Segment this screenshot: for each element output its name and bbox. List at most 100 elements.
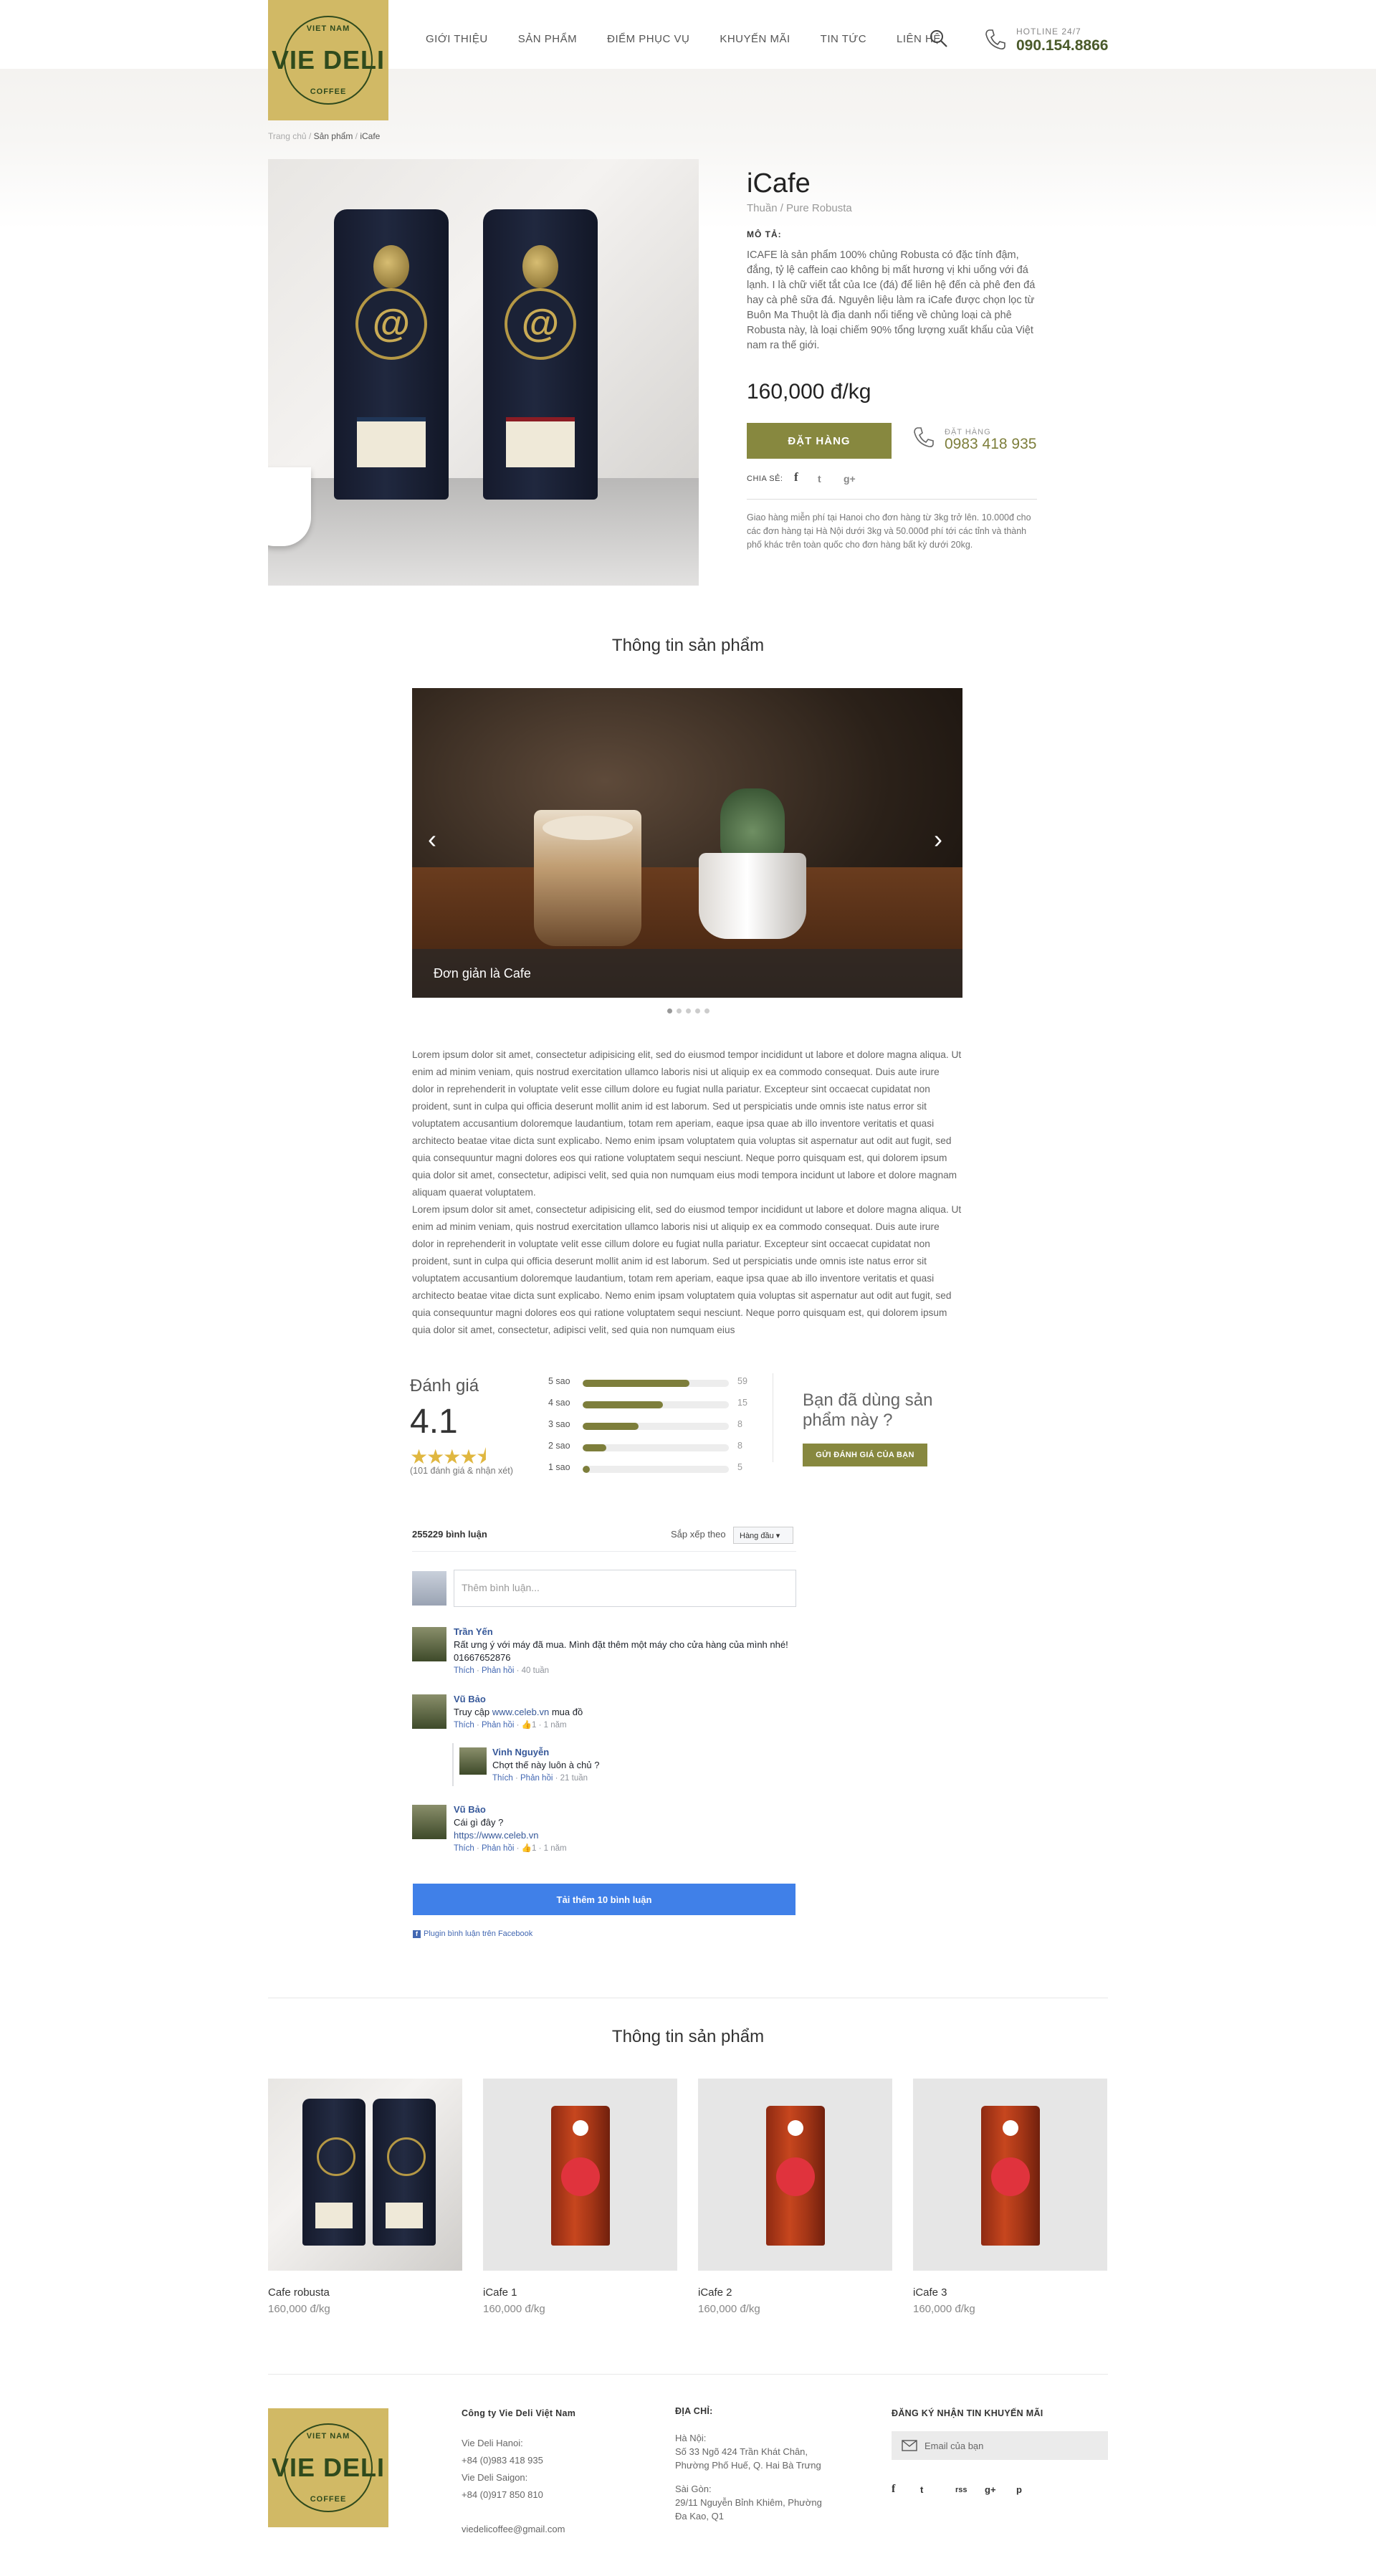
reply-link[interactable]: Phản hồi	[482, 1721, 514, 1730]
related-product-card[interactable]: iCafe 3 160,000 đ/kg	[913, 2079, 1107, 2315]
subscribe-email-input[interactable]: Email của bạn	[892, 2431, 1108, 2460]
related-product-image	[698, 2079, 892, 2271]
reply-link[interactable]: Phản hồi	[482, 1666, 514, 1675]
comment-author[interactable]: Trần Yến	[454, 1626, 796, 1638]
rating-bar-row: 4 sao 15	[548, 1398, 763, 1411]
divider	[412, 1551, 796, 1552]
latte-glass	[534, 810, 641, 946]
footer-subscribe: ĐĂNG KÝ NHẬN TIN KHUYẾN MÃI	[892, 2405, 1108, 2435]
email-placeholder: Email của bạn	[924, 2440, 984, 2451]
rating-label: Đánh giá	[410, 1376, 479, 1396]
slider-dot[interactable]	[685, 1008, 691, 1013]
footer-hanoi-name: Vie Deli Hanoi:	[462, 2438, 523, 2448]
star-icon: ★	[426, 1446, 444, 1468]
comment-input[interactable]: Thêm bình luận...	[454, 1570, 796, 1607]
comment-text-part: Truy cập	[454, 1707, 490, 1717]
footer-saigon-address: 29/11 Nguyễn Bỉnh Khiêm, Phường	[675, 2497, 822, 2508]
footer-hanoi-label: Hà Nội:	[675, 2433, 707, 2443]
comment-text-part: mua đồ	[551, 1707, 583, 1717]
rating-bar-fill	[583, 1444, 606, 1451]
rating-bar-fill	[583, 1401, 664, 1408]
footer-logo[interactable]: VIET NAM VIE DELI COFFEE	[268, 2408, 388, 2527]
order-button[interactable]: ĐẶT HÀNG	[747, 423, 892, 459]
site-logo[interactable]: VIET NAM VIE DELI COFFEE	[268, 0, 388, 120]
google-plus-icon[interactable]: g+	[985, 2484, 996, 2495]
footer-hanoi-address: Phường Phố Huế, Q. Hai Bà Trưng	[675, 2460, 821, 2471]
coffee-cup	[268, 467, 311, 546]
slider-dot[interactable]	[704, 1008, 710, 1013]
star-icon: ★	[410, 1446, 428, 1468]
slider-next-arrow-icon[interactable]: ›	[934, 824, 942, 854]
related-product-card[interactable]: iCafe 1 160,000 đ/kg	[483, 2079, 677, 2315]
hotline-number[interactable]: 090.154.8866	[1016, 37, 1108, 54]
twitter-icon[interactable]: t	[920, 2484, 923, 2495]
comment-text: Chợt thế này luôn à chủ ?	[492, 1760, 600, 1770]
like-link[interactable]: Thích	[454, 1721, 474, 1730]
nav-khuyen-mai[interactable]: KHUYẾN MÃI	[720, 33, 790, 45]
comment-reply: Vinh Nguyễn Chợt thế này luôn à chủ ? Th…	[492, 1746, 793, 1785]
slider-dots	[0, 1008, 1376, 1013]
description-label: MÔ TẢ:	[747, 229, 782, 239]
comment-text: Truy cập www.celeb.vn mua đồ	[454, 1706, 796, 1719]
comment-count: 255229 bình luận	[412, 1529, 487, 1540]
order-phone-number[interactable]: 0983 418 935	[945, 436, 1036, 453]
nav-tin-tuc[interactable]: TIN TỨC	[821, 33, 866, 45]
comment-actions: Thích · Phản hồi · 40 tuần	[454, 1666, 550, 1675]
subscribe-label: ĐĂNG KÝ NHẬN TIN KHUYẾN MÃI	[892, 2408, 1043, 2418]
logo-top-text: VIET NAM	[306, 24, 350, 33]
coffee-bag	[334, 209, 449, 500]
rating-count: (101 đánh giá & nhận xét)	[410, 1466, 513, 1476]
slider-dot[interactable]	[694, 1008, 700, 1013]
facebook-share-icon[interactable]: f	[794, 470, 798, 485]
avatar	[412, 1627, 446, 1661]
comment-item: Vũ Bảo Truy cập www.celeb.vn mua đồ Thíc…	[454, 1693, 796, 1732]
logo-wordmark: VIE DELI	[271, 45, 386, 75]
load-more-comments-button[interactable]: Tải thêm 10 bình luận	[413, 1884, 796, 1915]
footer-email[interactable]: viedelicoffee@gmail.com	[462, 2521, 648, 2538]
rating-bar-row: 3 sao 8	[548, 1419, 763, 1432]
breadcrumb-category[interactable]: Sản phẩm	[314, 131, 353, 141]
like-link[interactable]: Thích	[454, 1666, 474, 1675]
sort-select[interactable]: Hàng đầu ▾	[733, 1527, 793, 1544]
pinterest-icon[interactable]: p	[1016, 2484, 1022, 2495]
nav-gioi-thieu[interactable]: GIỚI THIỆU	[426, 33, 488, 45]
nav-diem-phuc-vu[interactable]: ĐIỂM PHỤC VỤ	[607, 33, 689, 45]
rating-bar-label: 1 sao	[548, 1462, 570, 1472]
footer-saigon-address: Đa Kao, Q1	[675, 2511, 724, 2522]
footer-hanoi-phone: +84 (0)983 418 935	[462, 2455, 543, 2466]
hotline-label: HOTLINE 24/7	[1016, 27, 1081, 37]
rating-bar-track	[583, 1466, 729, 1473]
slider-prev-arrow-icon[interactable]: ‹	[428, 824, 436, 854]
image-slider[interactable]: ‹ › Đơn giản là Cafe	[412, 688, 962, 998]
submit-review-button[interactable]: GỬI ĐÁNH GIÁ CỦA BẠN	[803, 1444, 927, 1466]
facebook-plugin-link[interactable]: f Plugin bình luận trên Facebook	[413, 1929, 532, 1938]
reply-link[interactable]: Phản hồi	[482, 1844, 514, 1853]
slider-dot[interactable]	[666, 1008, 672, 1013]
twitter-share-icon[interactable]: t	[818, 473, 821, 485]
rating-bar-count: 5	[737, 1462, 742, 1472]
breadcrumb-home[interactable]: Trang chủ	[268, 131, 307, 141]
slider-dot[interactable]	[676, 1008, 682, 1013]
google-plus-share-icon[interactable]: g+	[844, 473, 856, 485]
rating-bar-row: 2 sao 8	[548, 1441, 763, 1454]
comment-author[interactable]: Vũ Bảo	[454, 1803, 796, 1816]
related-product-card[interactable]: iCafe 2 160,000 đ/kg	[698, 2079, 892, 2315]
related-product-price: 160,000 đ/kg	[483, 2303, 545, 2315]
footer-address: ĐỊA CHỈ: Hà Nội: Số 33 Ngõ 424 Trần Khát…	[675, 2405, 869, 2523]
nav-san-pham[interactable]: SẢN PHẨM	[518, 33, 577, 45]
plugin-label: Plugin bình luận trên Facebook	[424, 1929, 533, 1938]
related-product-name: iCafe 1	[483, 2286, 517, 2299]
facebook-icon[interactable]: f	[892, 2483, 895, 2496]
rss-icon[interactable]: rss	[955, 2486, 968, 2494]
related-product-card[interactable]: Cafe robusta 160,000 đ/kg	[268, 2079, 462, 2315]
comment-link[interactable]: https://www.celeb.vn	[454, 1829, 796, 1842]
logo-emblem: VIET NAM VIE DELI COFFEE	[272, 2423, 384, 2512]
comment-author[interactable]: Vũ Bảo	[454, 1693, 796, 1706]
like-link[interactable]: Thích	[454, 1844, 474, 1853]
comment-author[interactable]: Vinh Nguyễn	[492, 1746, 793, 1759]
comment-link[interactable]: www.celeb.vn	[492, 1707, 549, 1717]
rating-bar-track	[583, 1380, 729, 1387]
search-icon[interactable]	[929, 29, 949, 49]
reply-link[interactable]: Phản hồi	[520, 1774, 553, 1783]
like-link[interactable]: Thích	[492, 1774, 513, 1783]
